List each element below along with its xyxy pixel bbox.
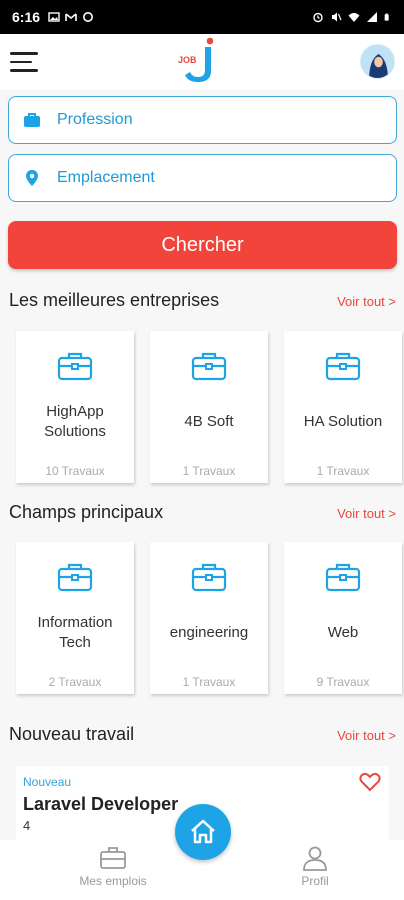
status-time: 6:16: [12, 9, 41, 25]
company-job-count: 1 Travaux: [182, 464, 236, 478]
profession-field[interactable]: [8, 96, 397, 144]
companies-section-title: Les meilleures entreprises: [9, 290, 220, 310]
company-job-count: 1 Travaux: [316, 464, 370, 478]
svg-text:JOB: JOB: [178, 55, 197, 65]
signal-icon: [367, 12, 377, 22]
heart-icon[interactable]: [359, 772, 381, 792]
job-number: 4: [23, 818, 31, 833]
location-input[interactable]: [57, 169, 357, 187]
nav-profile-label: Profil: [301, 874, 329, 888]
nav-my-jobs-label: Mes emplois: [79, 874, 147, 888]
fields-see-all-link[interactable]: Voir tout >: [337, 506, 396, 521]
user-icon: [303, 846, 327, 871]
nav-my-jobs[interactable]: Mes emplois: [58, 840, 168, 900]
briefcase-icon: [325, 352, 361, 381]
job-logo: JOB: [178, 37, 214, 82]
company-name: HighApp Solutions: [44, 403, 106, 440]
briefcase-icon: [191, 352, 227, 381]
field-card[interactable]: Web 9 Travaux: [284, 542, 402, 694]
hamburger-menu-icon[interactable]: [10, 52, 38, 72]
company-job-count: 10 Travaux: [45, 464, 105, 478]
home-button[interactable]: [175, 804, 231, 860]
field-card[interactable]: Information Tech 2 Travaux: [16, 542, 134, 694]
gmail-icon: [65, 13, 77, 21]
field-job-count: 1 Travaux: [182, 675, 236, 689]
search-button[interactable]: Chercher: [8, 221, 397, 269]
battery-icon: [384, 13, 389, 21]
field-name: engineering: [169, 624, 249, 641]
briefcase-icon: [24, 113, 40, 127]
field-job-count: 2 Travaux: [48, 675, 102, 689]
briefcase-icon: [325, 563, 361, 592]
circle-icon: [83, 12, 94, 22]
company-card[interactable]: HighApp Solutions 10 Travaux: [16, 331, 134, 483]
company-name: 4B Soft: [184, 413, 234, 430]
company-card[interactable]: 4B Soft 1 Travaux: [150, 331, 268, 483]
app-header: JOB: [0, 34, 404, 90]
field-name: Web: [327, 624, 359, 641]
wifi-icon: [348, 13, 360, 22]
briefcase-icon: [57, 352, 93, 381]
avatar[interactable]: [360, 44, 395, 79]
company-card[interactable]: HA Solution 1 Travaux: [284, 331, 402, 483]
field-job-count: 9 Travaux: [316, 675, 370, 689]
home-icon: [191, 819, 215, 844]
field-name: Information Tech: [37, 614, 113, 651]
nav-profile[interactable]: Profil: [260, 840, 370, 900]
location-pin-icon: [26, 170, 38, 186]
new-jobs-see-all-link[interactable]: Voir tout >: [337, 728, 396, 743]
briefcase-icon: [57, 563, 93, 592]
field-card[interactable]: engineering 1 Travaux: [150, 542, 268, 694]
company-name: HA Solution: [303, 413, 383, 430]
location-field[interactable]: [8, 154, 397, 202]
alarm-icon: [313, 12, 323, 23]
mute-icon: [332, 12, 342, 22]
briefcase-icon: [191, 563, 227, 592]
fields-section-title: Champs principaux: [9, 502, 164, 522]
job-title: Laravel Developer: [23, 794, 179, 814]
new-badge: Nouveau: [23, 775, 72, 789]
gallery-icon: [48, 12, 60, 22]
new-jobs-section-title: Nouveau travail: [9, 724, 135, 744]
status-bar: 6:16: [0, 0, 404, 34]
profession-input[interactable]: [57, 111, 357, 129]
briefcase-icon: [100, 847, 126, 869]
companies-see-all-link[interactable]: Voir tout >: [337, 294, 396, 309]
